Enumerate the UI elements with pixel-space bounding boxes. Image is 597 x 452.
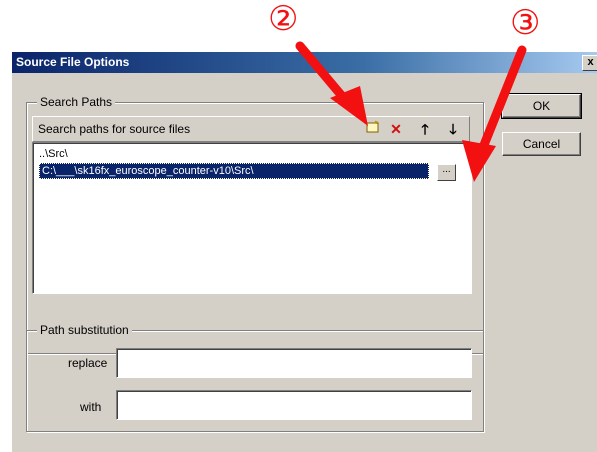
annotation-arrows — [295, 41, 527, 182]
arrow-to-new-folder-icon — [295, 41, 368, 126]
arrow-to-browse-button — [462, 45, 527, 182]
